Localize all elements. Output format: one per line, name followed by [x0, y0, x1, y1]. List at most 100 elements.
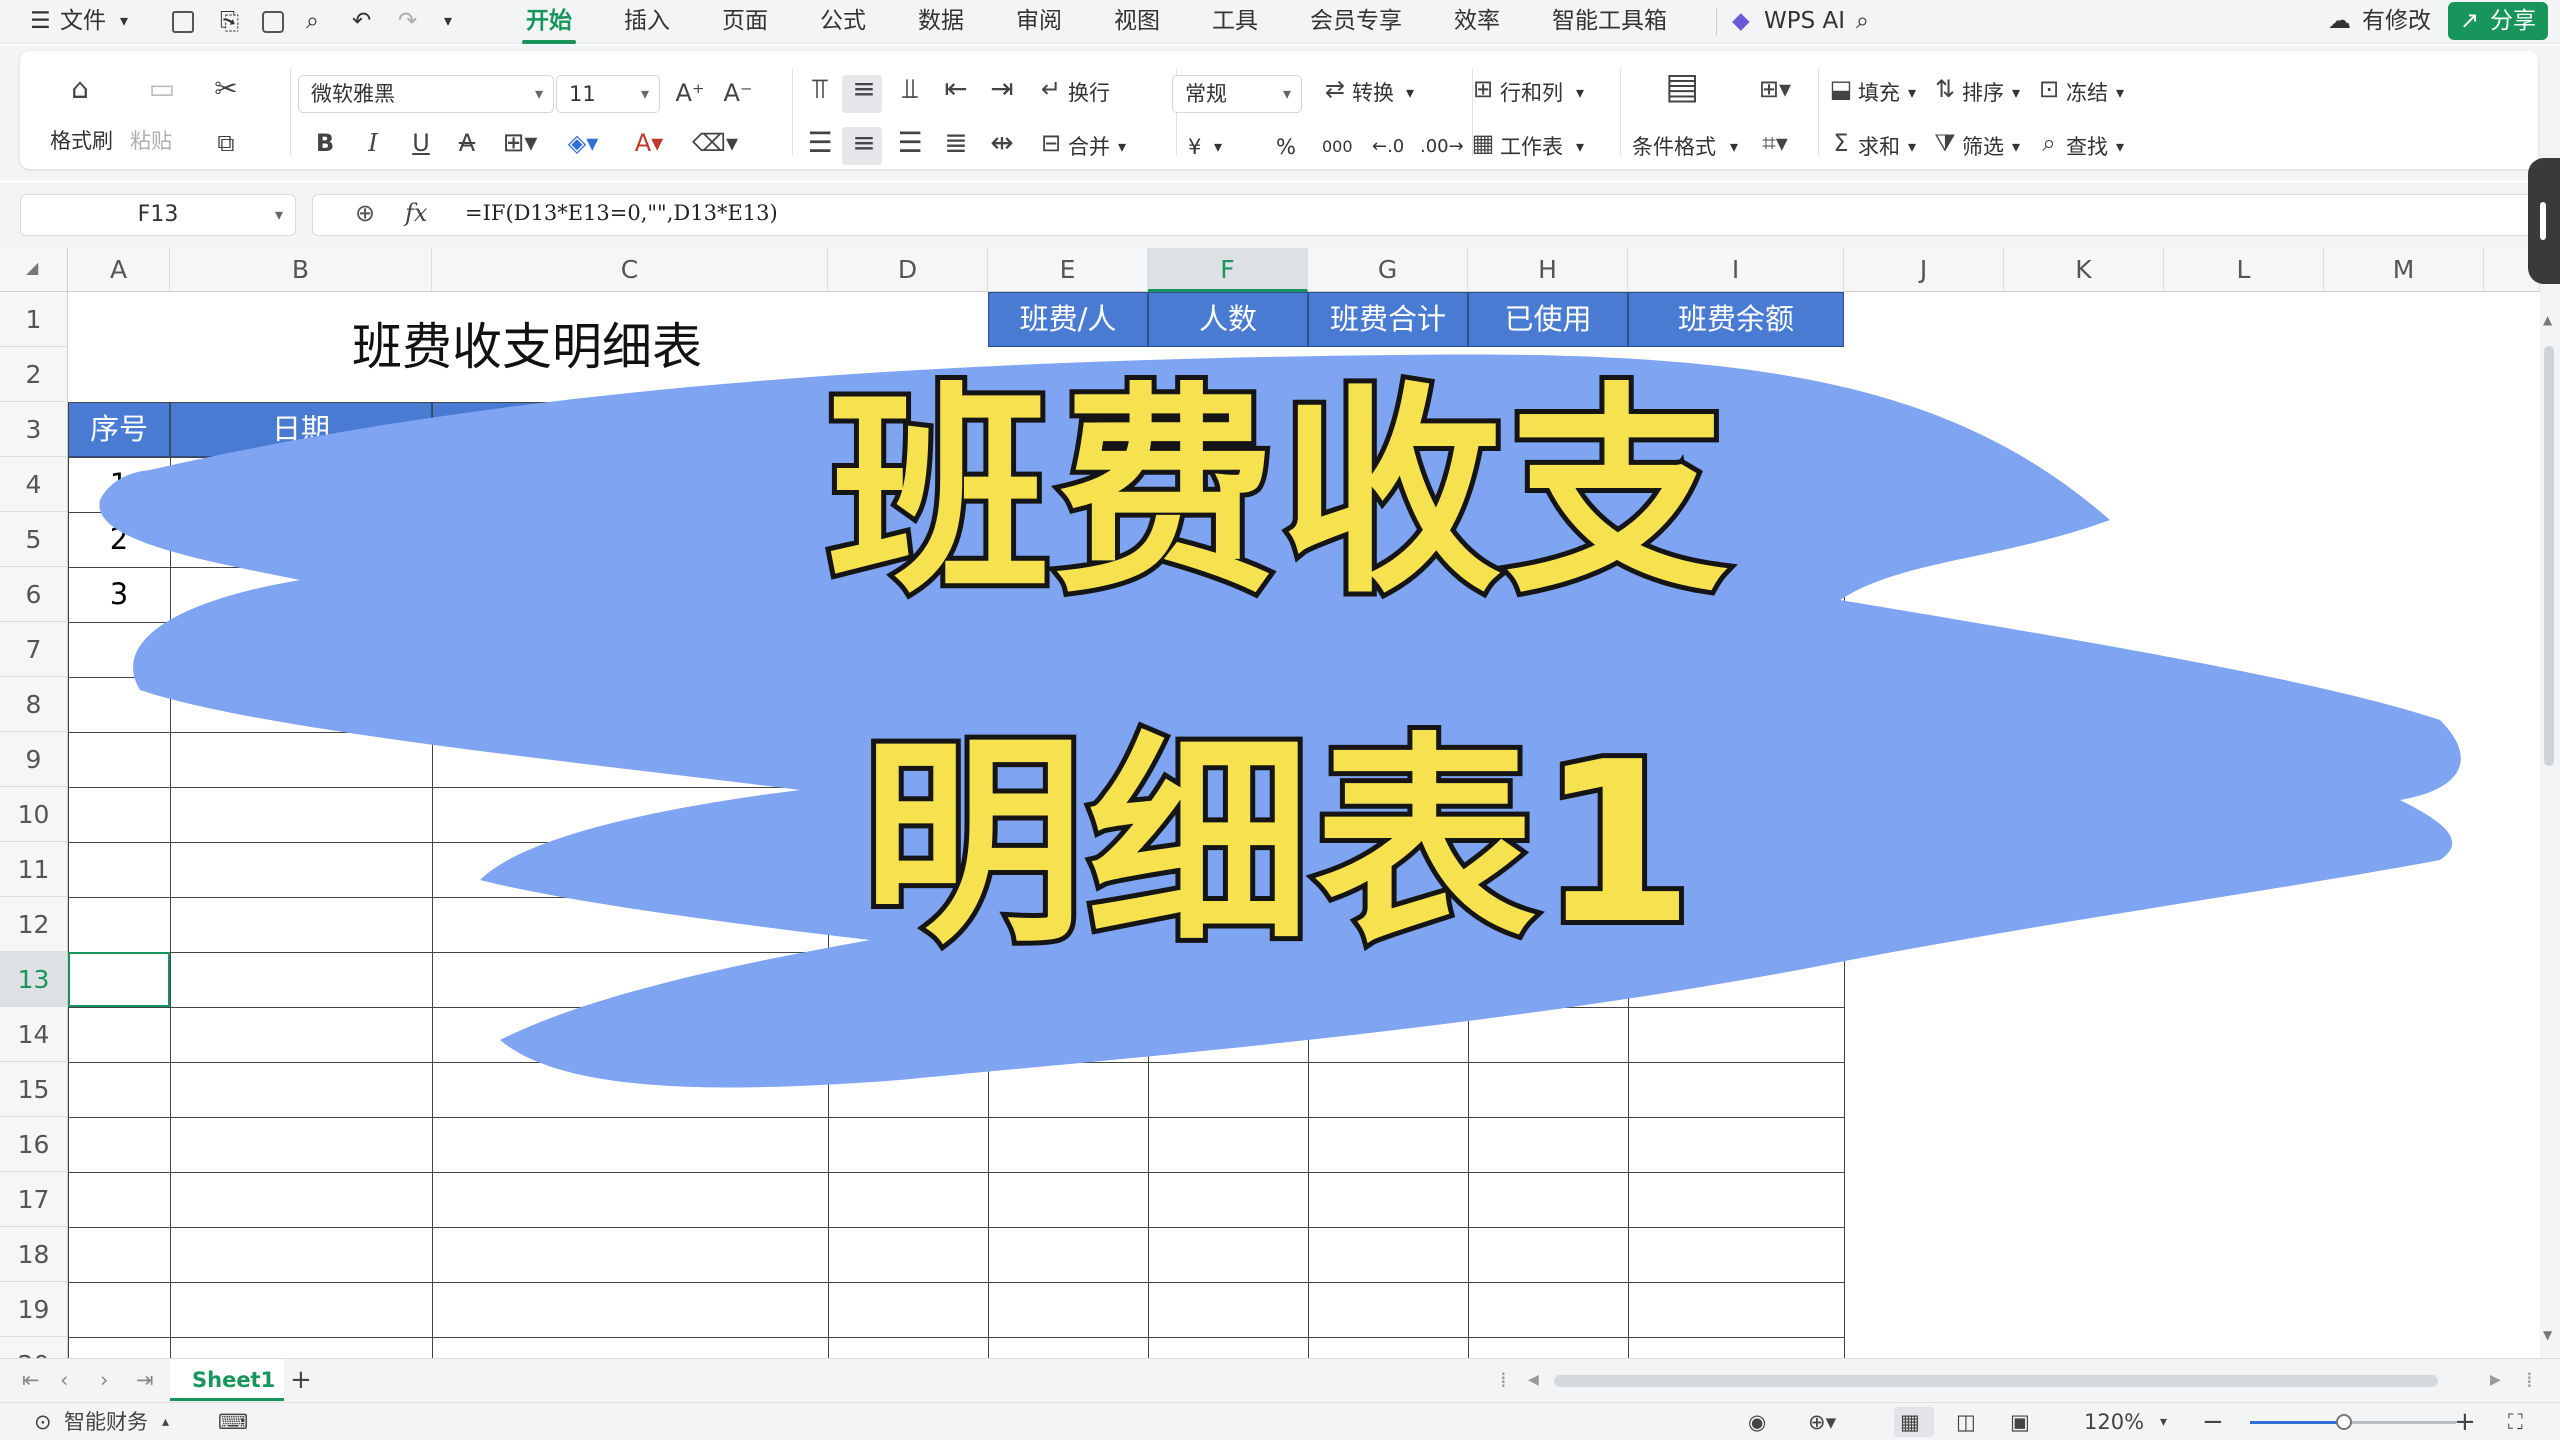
find-icon[interactable]: ⌕ — [2034, 127, 2064, 159]
column-header-c[interactable]: C — [432, 248, 828, 292]
serial-cell[interactable]: 2 — [68, 512, 170, 567]
horizontal-scrollbar[interactable] — [1554, 1375, 2438, 1387]
scroll-thumb[interactable] — [2544, 346, 2554, 766]
header-cell-headcount[interactable]: 人数 — [1148, 292, 1308, 347]
fill-dropdown-icon[interactable]: ▾ — [1908, 79, 1916, 107]
copy-icon[interactable]: ⧉ — [206, 127, 246, 159]
hscroll-right-end-icon[interactable]: ⁞ — [2526, 1361, 2533, 1399]
align-left-icon[interactable]: ☰ — [802, 127, 838, 159]
percent-button[interactable]: % — [1276, 133, 1296, 161]
zoom-in-icon[interactable]: + — [2454, 1403, 2476, 1441]
tab-page[interactable]: 页面 — [722, 6, 768, 36]
smart-finance-button[interactable]: 智能财务 — [64, 1403, 148, 1441]
find-dropdown-icon[interactable]: ▾ — [2116, 133, 2124, 161]
filter-icon[interactable]: ⧩ — [1930, 127, 1960, 159]
increase-font-icon[interactable]: A⁺ — [672, 77, 708, 109]
tab-view[interactable]: 视图 — [1114, 6, 1160, 36]
freeze-dropdown-icon[interactable]: ▾ — [2116, 79, 2124, 107]
crop-icon[interactable]: ⌗▾ — [1750, 127, 1800, 159]
row-header-5[interactable]: 5 — [0, 512, 68, 567]
row-header-19[interactable]: 19 — [0, 1282, 68, 1337]
indent-icon[interactable]: ⇥ — [984, 73, 1020, 105]
align-center-icon[interactable]: ≡ — [846, 127, 882, 159]
font-size-select[interactable]: 11 ▾ — [556, 75, 660, 113]
conditional-format-button[interactable]: 条件格式 — [1632, 133, 1716, 161]
tab-data[interactable]: 数据 — [918, 6, 964, 36]
redo-icon[interactable]: ↷ — [398, 6, 417, 36]
hscroll-left-icon[interactable]: ◀ — [1528, 1361, 1539, 1399]
conditional-format-dropdown-icon[interactable]: ▾ — [1730, 133, 1738, 161]
merge-dropdown-icon[interactable]: ▾ — [1118, 133, 1126, 161]
column-header-b[interactable]: B — [170, 248, 432, 292]
align-right-icon[interactable]: ☰ — [892, 127, 928, 159]
fill-icon[interactable]: ⬓ — [1826, 73, 1856, 105]
currency-dropdown-icon[interactable]: ▾ — [1214, 133, 1222, 161]
formula-input[interactable]: ⊕ fx =IF(D13*E13=0,"",D13*E13) — [312, 194, 2552, 236]
tab-formula[interactable]: 公式 — [820, 6, 866, 36]
sort-dropdown-icon[interactable]: ▾ — [2012, 79, 2020, 107]
freeze-icon[interactable]: ⊡ — [2034, 73, 2064, 105]
column-header-k[interactable]: K — [2004, 248, 2164, 292]
row-header-9[interactable]: 9 — [0, 732, 68, 787]
smart-finance-dropdown-icon[interactable]: ▴ — [162, 1403, 169, 1441]
fullscreen-icon[interactable]: ⛶ — [2508, 1403, 2523, 1441]
find-button[interactable]: 查找 — [2066, 133, 2108, 161]
header-cell-fee-total[interactable]: 班费合计 — [1308, 292, 1468, 347]
bold-button[interactable]: B — [310, 127, 340, 159]
convert-dropdown-icon[interactable]: ▾ — [1406, 79, 1414, 107]
hamburger-menu-icon[interactable]: ☰ — [30, 6, 51, 36]
header-cell-balance[interactable]: 班费余额 — [1628, 292, 1844, 347]
serial-cell[interactable]: 3 — [68, 567, 170, 622]
justify-icon[interactable]: ≣ — [938, 127, 974, 159]
share-button[interactable]: ↗ 分享 — [2448, 2, 2548, 40]
column-header-i[interactable]: I — [1628, 248, 1844, 292]
column-header-h[interactable]: H — [1468, 248, 1628, 292]
fill-button[interactable]: 填充 — [1858, 79, 1900, 107]
name-box[interactable]: F13 ▾ — [20, 194, 296, 236]
cloud-sync-icon[interactable]: ☁ — [2328, 6, 2351, 36]
add-sheet-button[interactable]: + — [290, 1361, 312, 1399]
row-col-dropdown-icon[interactable]: ▾ — [1576, 79, 1584, 107]
column-header-e[interactable]: E — [988, 248, 1148, 292]
view-mode-icon[interactable]: ⊕▾ — [1808, 1403, 1836, 1441]
eye-protection-icon[interactable]: ◉ — [1748, 1403, 1766, 1441]
file-dropdown-icon[interactable]: ▾ — [120, 6, 128, 36]
font-color-icon[interactable]: A▾ — [624, 127, 674, 159]
border-icon[interactable]: ⊞▾ — [498, 127, 542, 159]
column-header-f[interactable]: F — [1148, 248, 1308, 292]
wps-ai-icon[interactable]: ◆ — [1732, 6, 1750, 36]
clear-format-icon[interactable]: ⌫▾ — [690, 127, 740, 159]
sort-icon[interactable]: ⇅ — [1930, 73, 1960, 105]
chevron-down-icon[interactable]: ▾ — [275, 195, 283, 235]
italic-button[interactable]: I — [358, 127, 388, 159]
zoom-dropdown-icon[interactable]: ▾ — [2160, 1403, 2167, 1441]
undo-icon[interactable]: ↶ — [352, 6, 371, 36]
row-header-12[interactable]: 12 — [0, 897, 68, 952]
tab-review[interactable]: 审阅 — [1016, 6, 1062, 36]
header-cell-c3[interactable] — [432, 402, 828, 457]
sheet-tab-sheet1[interactable]: Sheet1 — [170, 1359, 284, 1401]
column-header-j[interactable]: J — [1844, 248, 2004, 292]
worksheet-icon[interactable]: ▦ — [1468, 127, 1498, 159]
select-all-corner[interactable]: ◢ — [0, 248, 68, 292]
row-header-3[interactable]: 3 — [0, 402, 68, 457]
thousands-button[interactable]: 000 — [1322, 133, 1353, 161]
freeze-button[interactable]: 冻结 — [2066, 79, 2108, 107]
tab-home[interactable]: 开始 — [522, 6, 576, 44]
row-header-7[interactable]: 7 — [0, 622, 68, 677]
row-header-2[interactable]: 2 — [0, 347, 68, 402]
wps-ai-button[interactable]: WPS AI — [1764, 6, 1845, 36]
decrease-decimal-icon[interactable]: .00→ — [1420, 133, 1464, 161]
hscroll-left-end-icon[interactable]: ⁞ — [1500, 1361, 1507, 1399]
zoom-formula-icon[interactable]: ⊕ — [355, 199, 375, 227]
serial-cell[interactable]: 1 — [68, 457, 170, 512]
align-middle-icon[interactable]: ≡ — [846, 73, 882, 105]
zoom-slider-thumb[interactable] — [2336, 1414, 2352, 1430]
row-header-10[interactable]: 10 — [0, 787, 68, 842]
distribute-icon[interactable]: ⇹ — [984, 127, 1020, 159]
row-col-button[interactable]: 行和列 — [1500, 79, 1563, 107]
align-top-icon[interactable]: ⫪ — [802, 73, 838, 105]
worksheet-dropdown-icon[interactable]: ▾ — [1576, 133, 1584, 161]
increase-decimal-icon[interactable]: ←.0 — [1372, 133, 1404, 161]
row-header-8[interactable]: 8 — [0, 677, 68, 732]
